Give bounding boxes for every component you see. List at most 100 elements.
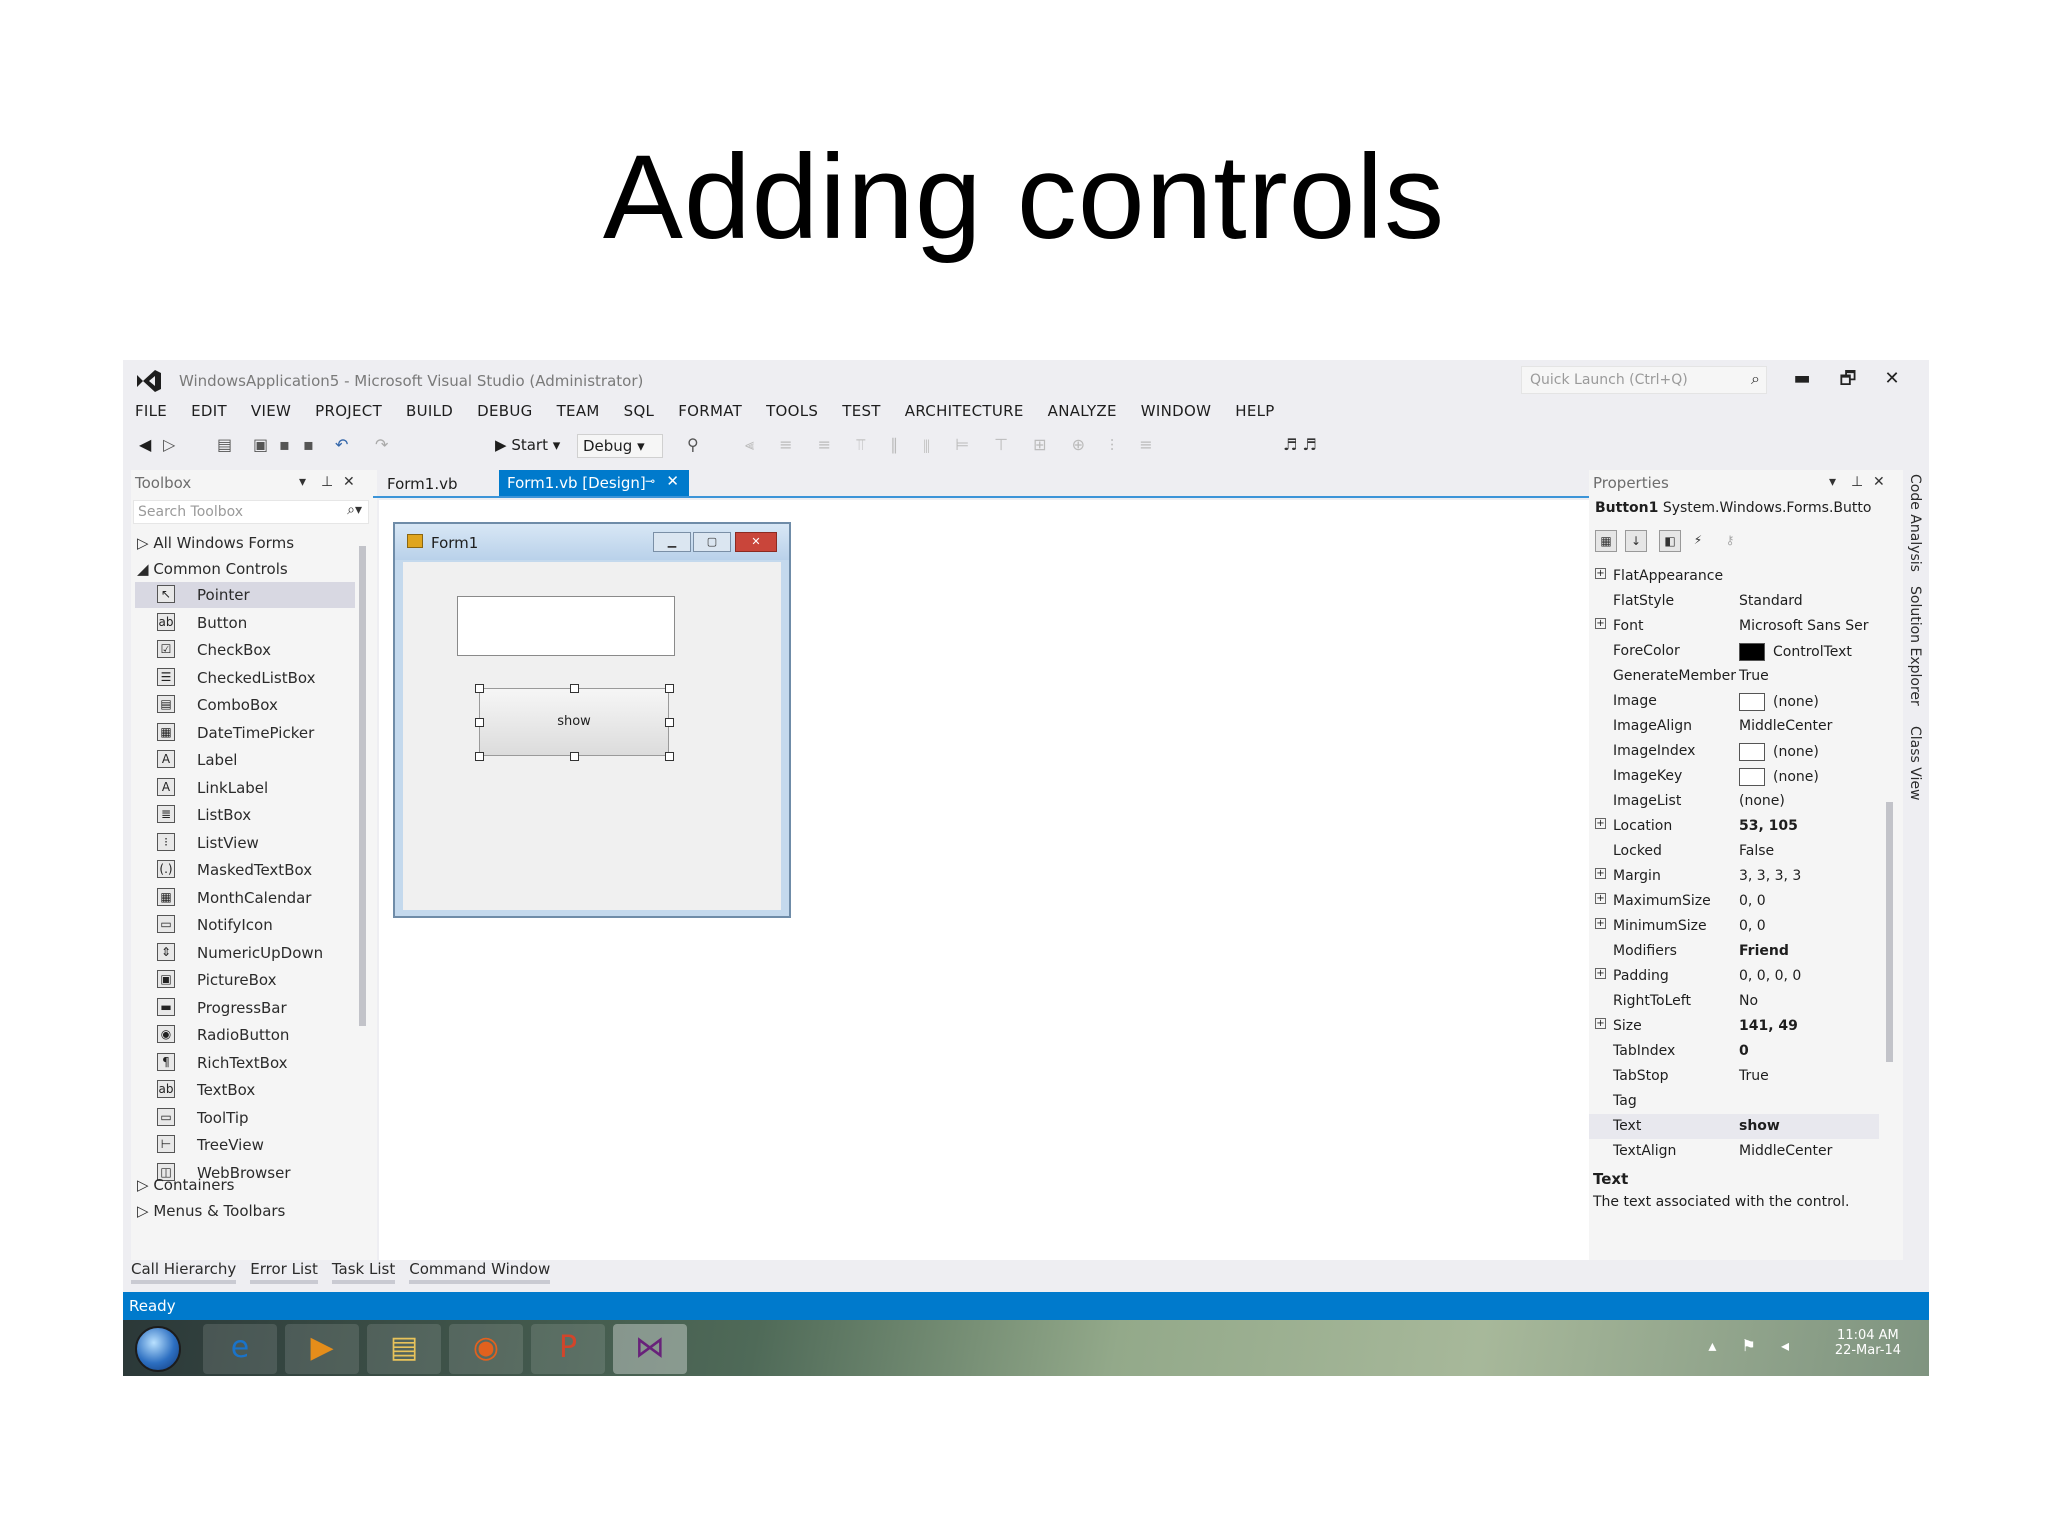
resize-handle[interactable] xyxy=(475,718,484,727)
firefox-icon[interactable]: ◉ xyxy=(449,1324,523,1374)
toolbox-item-richtextbox[interactable]: ¶ RichTextBox xyxy=(135,1050,355,1076)
internet-explorer-icon[interactable]: e xyxy=(203,1324,277,1374)
property-row-modifiers[interactable]: Modifiers Friend xyxy=(1589,939,1879,964)
dropdown-icon[interactable]: ▾ xyxy=(1829,474,1836,490)
property-value[interactable]: Microsoft Sans Ser xyxy=(1739,618,1869,634)
form1-window[interactable]: Form1 ▁ ▢ ✕ show xyxy=(393,522,791,918)
tab-call-hierarchy[interactable]: Call Hierarchy xyxy=(131,1258,237,1284)
toolbox-item-button[interactable]: ab Button xyxy=(135,610,355,636)
menu-build[interactable]: BUILD xyxy=(406,400,465,424)
toolbox-item-numericupdown[interactable]: ⇕ NumericUpDown xyxy=(135,940,355,966)
menu-test[interactable]: TEST xyxy=(842,400,893,424)
menu-file[interactable]: FILE xyxy=(135,400,179,424)
pin-icon[interactable]: ⊸ xyxy=(645,474,655,488)
tab-class-view[interactable]: Class View xyxy=(1907,726,1923,801)
properties-scrollbar[interactable] xyxy=(1885,562,1895,1162)
menu-analyze[interactable]: ANALYZE xyxy=(1048,400,1129,424)
property-value[interactable]: show xyxy=(1739,1118,1780,1134)
property-row-locked[interactable]: Locked False xyxy=(1589,839,1879,864)
menu-help[interactable]: HELP xyxy=(1235,400,1286,424)
property-value[interactable]: ControlText xyxy=(1739,643,1852,661)
property-row-image[interactable]: Image (none) xyxy=(1589,689,1879,714)
toolbox-item-tooltip[interactable]: ▭ ToolTip xyxy=(135,1105,355,1131)
expand-icon[interactable]: + xyxy=(1595,968,1606,979)
tab-error-list[interactable]: Error List xyxy=(250,1258,318,1284)
property-row-tag[interactable]: Tag xyxy=(1589,1089,1879,1114)
property-row-padding[interactable]: + Padding 0, 0, 0, 0 xyxy=(1589,964,1879,989)
forward-icon[interactable]: ▷ xyxy=(163,434,175,456)
pin-icon[interactable]: ⊥ xyxy=(321,474,333,490)
property-value[interactable]: Standard xyxy=(1739,593,1803,609)
property-row-imageindex[interactable]: ImageIndex (none) xyxy=(1589,739,1879,764)
file-explorer-icon[interactable]: ▤ xyxy=(367,1324,441,1374)
toolbox-item-radiobutton[interactable]: ◉ RadioButton xyxy=(135,1022,355,1048)
menu-window[interactable]: WINDOW xyxy=(1141,400,1223,424)
save-icon[interactable]: ▪ xyxy=(279,434,290,456)
property-row-tabindex[interactable]: TabIndex 0 xyxy=(1589,1039,1879,1064)
menu-team[interactable]: TEAM xyxy=(557,400,612,424)
system-clock[interactable]: 11:04 AM 22-Mar-14 xyxy=(1835,1328,1901,1358)
property-value[interactable]: No xyxy=(1739,993,1758,1009)
property-row-flatappearance[interactable]: + FlatAppearance xyxy=(1589,564,1879,589)
property-row-textalign[interactable]: TextAlign MiddleCenter xyxy=(1589,1139,1879,1164)
menu-sql[interactable]: SQL xyxy=(624,400,667,424)
undo-icon[interactable]: ↶ xyxy=(335,434,348,456)
property-row-imagekey[interactable]: ImageKey (none) xyxy=(1589,764,1879,789)
toolbox-item-listview[interactable]: ⁝ ListView xyxy=(135,830,355,856)
alphabetical-icon[interactable]: ↓ xyxy=(1625,530,1647,552)
redo-icon[interactable]: ↷ xyxy=(375,434,388,456)
property-row-margin[interactable]: + Margin 3, 3, 3, 3 xyxy=(1589,864,1879,889)
toolbox-item-checkedlistbox[interactable]: ☰ CheckedListBox xyxy=(135,665,355,691)
property-pages-icon[interactable]: ⚷ xyxy=(1719,530,1741,552)
textbox-control[interactable] xyxy=(457,596,675,656)
property-row-size[interactable]: + Size 141, 49 xyxy=(1589,1014,1879,1039)
property-value[interactable]: MiddleCenter xyxy=(1739,718,1832,734)
expand-icon[interactable]: + xyxy=(1595,893,1606,904)
property-value[interactable]: True xyxy=(1739,1068,1769,1084)
toolbox-item-picturebox[interactable]: ▣ PictureBox xyxy=(135,967,355,993)
windows-start-button[interactable] xyxy=(135,1326,181,1372)
close-button[interactable]: ✕ xyxy=(1877,366,1907,392)
back-icon[interactable]: ◀ xyxy=(139,434,151,456)
media-player-icon[interactable]: ▶ xyxy=(285,1324,359,1374)
toolbox-scrollbar[interactable] xyxy=(357,530,367,1220)
scrollbar-thumb[interactable] xyxy=(359,546,366,1026)
categorized-icon[interactable]: ▦ xyxy=(1595,530,1617,552)
expand-icon[interactable]: + xyxy=(1595,868,1606,879)
close-icon[interactable]: ✕ xyxy=(343,474,355,490)
tab-form1-vb[interactable]: Form1.vb xyxy=(377,472,468,496)
property-value[interactable]: (none) xyxy=(1739,693,1819,711)
visual-studio-icon[interactable]: ⋈ xyxy=(613,1324,687,1374)
menu-project[interactable]: PROJECT xyxy=(315,400,394,424)
expand-icon[interactable]: + xyxy=(1595,568,1606,579)
resize-handle[interactable] xyxy=(665,752,674,761)
form1-client-area[interactable]: show xyxy=(403,562,781,910)
property-value[interactable]: 141, 49 xyxy=(1739,1018,1798,1034)
toolbox-item-listbox[interactable]: ≣ ListBox xyxy=(135,802,355,828)
resize-handle[interactable] xyxy=(475,752,484,761)
resize-handle[interactable] xyxy=(475,684,484,693)
tab-command-window[interactable]: Command Window xyxy=(409,1258,551,1284)
toolbox-group-common-controls[interactable]: ◢ Common Controls xyxy=(137,560,288,578)
resize-handle[interactable] xyxy=(570,752,579,761)
toolbox-group-menus-toolbars[interactable]: ▷ Menus & Toolbars xyxy=(137,1202,285,1220)
object-selector[interactable]: Button1 System.Windows.Forms.Butto xyxy=(1595,500,1895,516)
new-project-icon[interactable]: ▤ xyxy=(217,434,232,456)
menu-debug[interactable]: DEBUG xyxy=(477,400,544,424)
tab-solution-explorer[interactable]: Solution Explorer xyxy=(1907,586,1923,706)
toolbox-search-input[interactable]: Search Toolbox ⌕▾ xyxy=(133,500,369,524)
tab-form1-design[interactable]: Form1.vb [Design] ⊸ ✕ xyxy=(499,470,689,496)
property-value[interactable]: 3, 3, 3, 3 xyxy=(1739,868,1801,884)
toolbox-item-linklabel[interactable]: A LinkLabel xyxy=(135,775,355,801)
solution-configuration-select[interactable]: Debug ▾ xyxy=(577,434,663,458)
property-row-imagelist[interactable]: ImageList (none) xyxy=(1589,789,1879,814)
tab-order-icon[interactable]: ♬ ♬ xyxy=(1283,434,1317,456)
toolbox-item-label[interactable]: A Label xyxy=(135,747,355,773)
toolbox-item-pointer[interactable]: ↖ Pointer xyxy=(135,582,355,608)
property-value[interactable]: 0, 0 xyxy=(1739,893,1766,909)
dropdown-icon[interactable]: ▾ xyxy=(299,474,306,490)
menu-view[interactable]: VIEW xyxy=(251,400,303,424)
property-value[interactable]: 0, 0, 0, 0 xyxy=(1739,968,1801,984)
menu-format[interactable]: FORMAT xyxy=(678,400,754,424)
powerpoint-icon[interactable]: P xyxy=(531,1324,605,1374)
